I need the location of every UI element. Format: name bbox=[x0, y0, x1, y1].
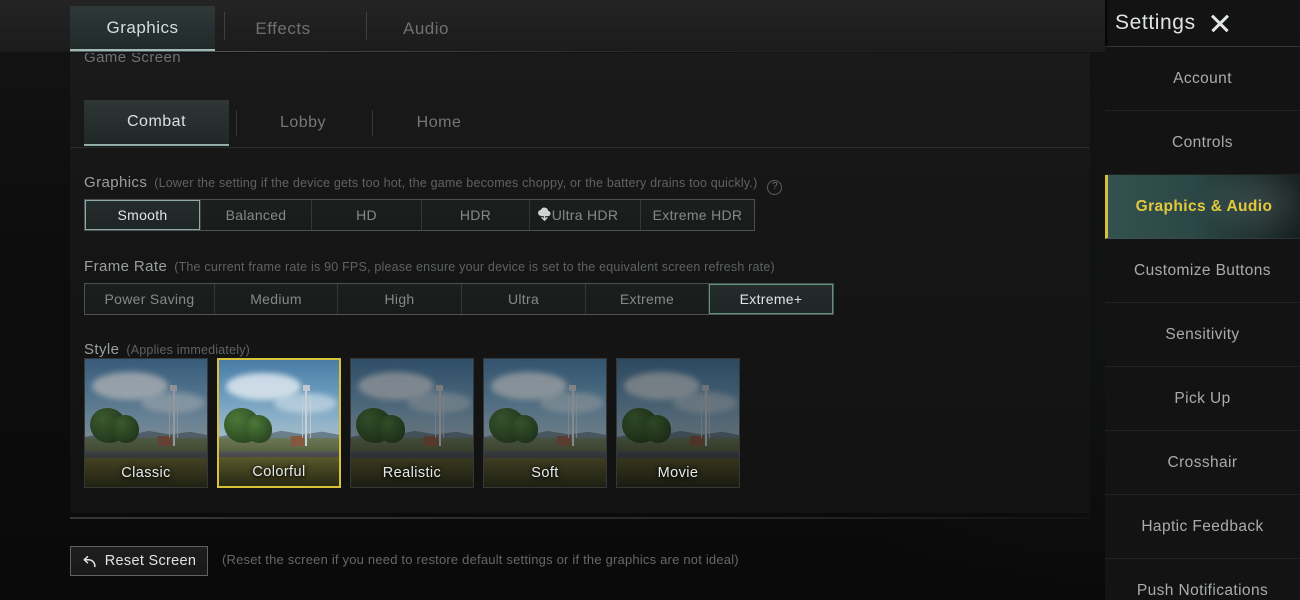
tab-effects-label: Effects bbox=[255, 18, 311, 38]
settings-screen: Graphics Effects Audio Game Screen Comba… bbox=[0, 0, 1300, 600]
game-screen-tab-group: Combat Lobby Home bbox=[70, 100, 1090, 148]
tab-bar-underline bbox=[70, 51, 1105, 52]
frame-rate-option-ultra-label: Ultra bbox=[507, 291, 540, 307]
subtab-combat[interactable]: Combat bbox=[84, 100, 229, 146]
sidebar-item-controls-label: Controls bbox=[1172, 133, 1233, 151]
graphics-option-extreme-hdr[interactable]: Extreme HDR bbox=[641, 200, 754, 230]
reset-screen-button-label: Reset Screen bbox=[104, 553, 197, 569]
footer-divider bbox=[70, 517, 1090, 519]
question-mark-circle-icon[interactable]: ? bbox=[767, 179, 783, 195]
sidebar-item-sensitivity[interactable]: Sensitivity bbox=[1105, 303, 1300, 367]
sidebar-item-sensitivity-label: Sensitivity bbox=[1165, 325, 1240, 343]
graphics-label: Graphics bbox=[84, 174, 148, 191]
tab-graphics-label: Graphics bbox=[106, 17, 179, 37]
subtab-home-label: Home bbox=[416, 114, 462, 131]
subtab-separator-1 bbox=[236, 110, 237, 136]
style-option-soft-label: Soft bbox=[531, 465, 559, 481]
style-option-movie-label: Movie bbox=[657, 465, 699, 481]
sidebar-item-account-label: Account bbox=[1173, 69, 1232, 87]
style-thumbnail-row: Classic Colorful Realistic Soft Movie bbox=[84, 358, 740, 488]
subtab-rule bbox=[70, 147, 1090, 148]
frame-rate-option-medium[interactable]: Medium bbox=[215, 284, 338, 314]
style-option-soft[interactable]: Soft bbox=[483, 358, 607, 488]
graphics-option-smooth[interactable]: Smooth bbox=[85, 200, 201, 230]
sidebar-header: Settings bbox=[1105, 0, 1300, 46]
style-hint: (Applies immediately) bbox=[126, 343, 251, 357]
frame-rate-group-header: Frame Rate (The current frame rate is 90… bbox=[84, 258, 775, 275]
sidebar-item-graphics-audio-label: Graphics & Audio bbox=[1135, 197, 1273, 215]
tab-effects[interactable]: Effects bbox=[228, 6, 338, 51]
graphics-option-hdr[interactable]: HDR bbox=[422, 200, 530, 230]
graphics-option-smooth-label: Smooth bbox=[117, 207, 168, 223]
style-option-classic-label: Classic bbox=[121, 465, 171, 481]
frame-rate-option-power-saving[interactable]: Power Saving bbox=[85, 284, 215, 314]
graphics-option-balanced-label: Balanced bbox=[225, 207, 287, 223]
subtab-lobby[interactable]: Lobby bbox=[242, 100, 364, 146]
sidebar-item-haptic-feedback[interactable]: Haptic Feedback bbox=[1105, 495, 1300, 559]
tab-graphics[interactable]: Graphics bbox=[70, 6, 215, 51]
subtab-combat-label: Combat bbox=[126, 113, 187, 130]
sidebar-item-haptic-feedback-label: Haptic Feedback bbox=[1141, 517, 1264, 535]
sidebar-item-pick-up-label: Pick Up bbox=[1174, 389, 1231, 407]
frame-rate-option-medium-label: Medium bbox=[250, 291, 302, 307]
frame-rate-option-extreme[interactable]: Extreme bbox=[586, 284, 709, 314]
settings-title: Settings bbox=[1115, 11, 1196, 34]
frame-rate-option-power-saving-label: Power Saving bbox=[104, 291, 195, 307]
style-option-realistic[interactable]: Realistic bbox=[350, 358, 474, 488]
undo-arrow-icon bbox=[83, 555, 96, 567]
frame-rate-option-extreme-plus-label: Extreme+ bbox=[739, 291, 803, 307]
tab-audio-label: Audio bbox=[403, 18, 449, 38]
cloud-download-icon bbox=[538, 207, 551, 221]
sidebar-item-pick-up[interactable]: Pick Up bbox=[1105, 367, 1300, 431]
tab-audio[interactable]: Audio bbox=[372, 6, 480, 51]
sidebar-item-controls[interactable]: Controls bbox=[1105, 111, 1300, 175]
frame-rate-option-ultra[interactable]: Ultra bbox=[462, 284, 586, 314]
settings-sidebar: Settings Account Controls Graphics & Aud… bbox=[1105, 0, 1300, 600]
game-screen-label: Game Screen bbox=[84, 53, 181, 66]
style-label: Style bbox=[84, 341, 120, 358]
sidebar-item-customize-buttons[interactable]: Customize Buttons bbox=[1105, 239, 1300, 303]
tab-separator-1 bbox=[224, 12, 225, 40]
graphics-option-hd[interactable]: HD bbox=[312, 200, 422, 230]
close-x-icon[interactable] bbox=[1208, 11, 1232, 35]
subtab-home[interactable]: Home bbox=[380, 100, 498, 146]
sidebar-item-graphics-audio[interactable]: Graphics & Audio bbox=[1105, 175, 1300, 239]
style-option-colorful-label: Colorful bbox=[252, 464, 306, 480]
subtab-lobby-label: Lobby bbox=[279, 114, 327, 131]
frame-rate-option-high-label: High bbox=[384, 291, 415, 307]
sidebar-menu: Account Controls Graphics & Audio Custom… bbox=[1105, 47, 1300, 600]
frame-rate-label: Frame Rate bbox=[84, 258, 168, 275]
frame-rate-option-row: Power Saving Medium High Ultra Extreme E… bbox=[84, 283, 834, 315]
graphics-option-extreme-hdr-label: Extreme HDR bbox=[652, 207, 743, 223]
reset-screen-note: (Reset the screen if you need to restore… bbox=[222, 552, 739, 567]
frame-rate-option-extreme-label: Extreme bbox=[619, 291, 675, 307]
sidebar-item-account[interactable]: Account bbox=[1105, 47, 1300, 111]
style-option-colorful[interactable]: Colorful bbox=[217, 358, 341, 488]
graphics-tab-bar: Graphics Effects Audio bbox=[0, 0, 1105, 52]
subtab-separator-2 bbox=[372, 110, 373, 136]
tab-separator-2 bbox=[366, 12, 367, 40]
style-option-realistic-label: Realistic bbox=[382, 465, 442, 481]
frame-rate-option-extreme-plus[interactable]: Extreme+ bbox=[709, 284, 833, 314]
graphics-group-header: Graphics (Lower the setting if the devic… bbox=[84, 174, 783, 195]
graphics-option-hdr-label: HDR bbox=[459, 207, 492, 223]
graphics-option-balanced[interactable]: Balanced bbox=[201, 200, 312, 230]
sidebar-item-push-notifications-label: Push Notifications bbox=[1136, 581, 1269, 599]
reset-screen-button[interactable]: Reset Screen bbox=[70, 546, 208, 576]
settings-content-panel: Game Screen Combat Lobby Home Graphics (… bbox=[70, 53, 1090, 513]
frame-rate-option-high[interactable]: High bbox=[338, 284, 462, 314]
sidebar-item-crosshair-label: Crosshair bbox=[1167, 453, 1238, 471]
graphics-option-row: Smooth Balanced HD HDR Ultra HDR Extreme… bbox=[84, 199, 755, 231]
style-option-classic[interactable]: Classic bbox=[84, 358, 208, 488]
style-group-header: Style (Applies immediately) bbox=[84, 341, 250, 358]
sidebar-item-crosshair[interactable]: Crosshair bbox=[1105, 431, 1300, 495]
sidebar-item-push-notifications[interactable]: Push Notifications bbox=[1105, 559, 1300, 600]
graphics-option-ultra-hdr[interactable]: Ultra HDR bbox=[530, 200, 641, 230]
graphics-option-ultra-hdr-label: Ultra HDR bbox=[551, 207, 619, 223]
style-option-movie[interactable]: Movie bbox=[616, 358, 740, 488]
graphics-option-hd-label: HD bbox=[356, 207, 377, 223]
graphics-hint: (Lower the setting if the device gets to… bbox=[154, 176, 758, 190]
sidebar-item-customize-buttons-label: Customize Buttons bbox=[1134, 261, 1271, 279]
frame-rate-hint: (The current frame rate is 90 FPS, pleas… bbox=[174, 260, 775, 274]
